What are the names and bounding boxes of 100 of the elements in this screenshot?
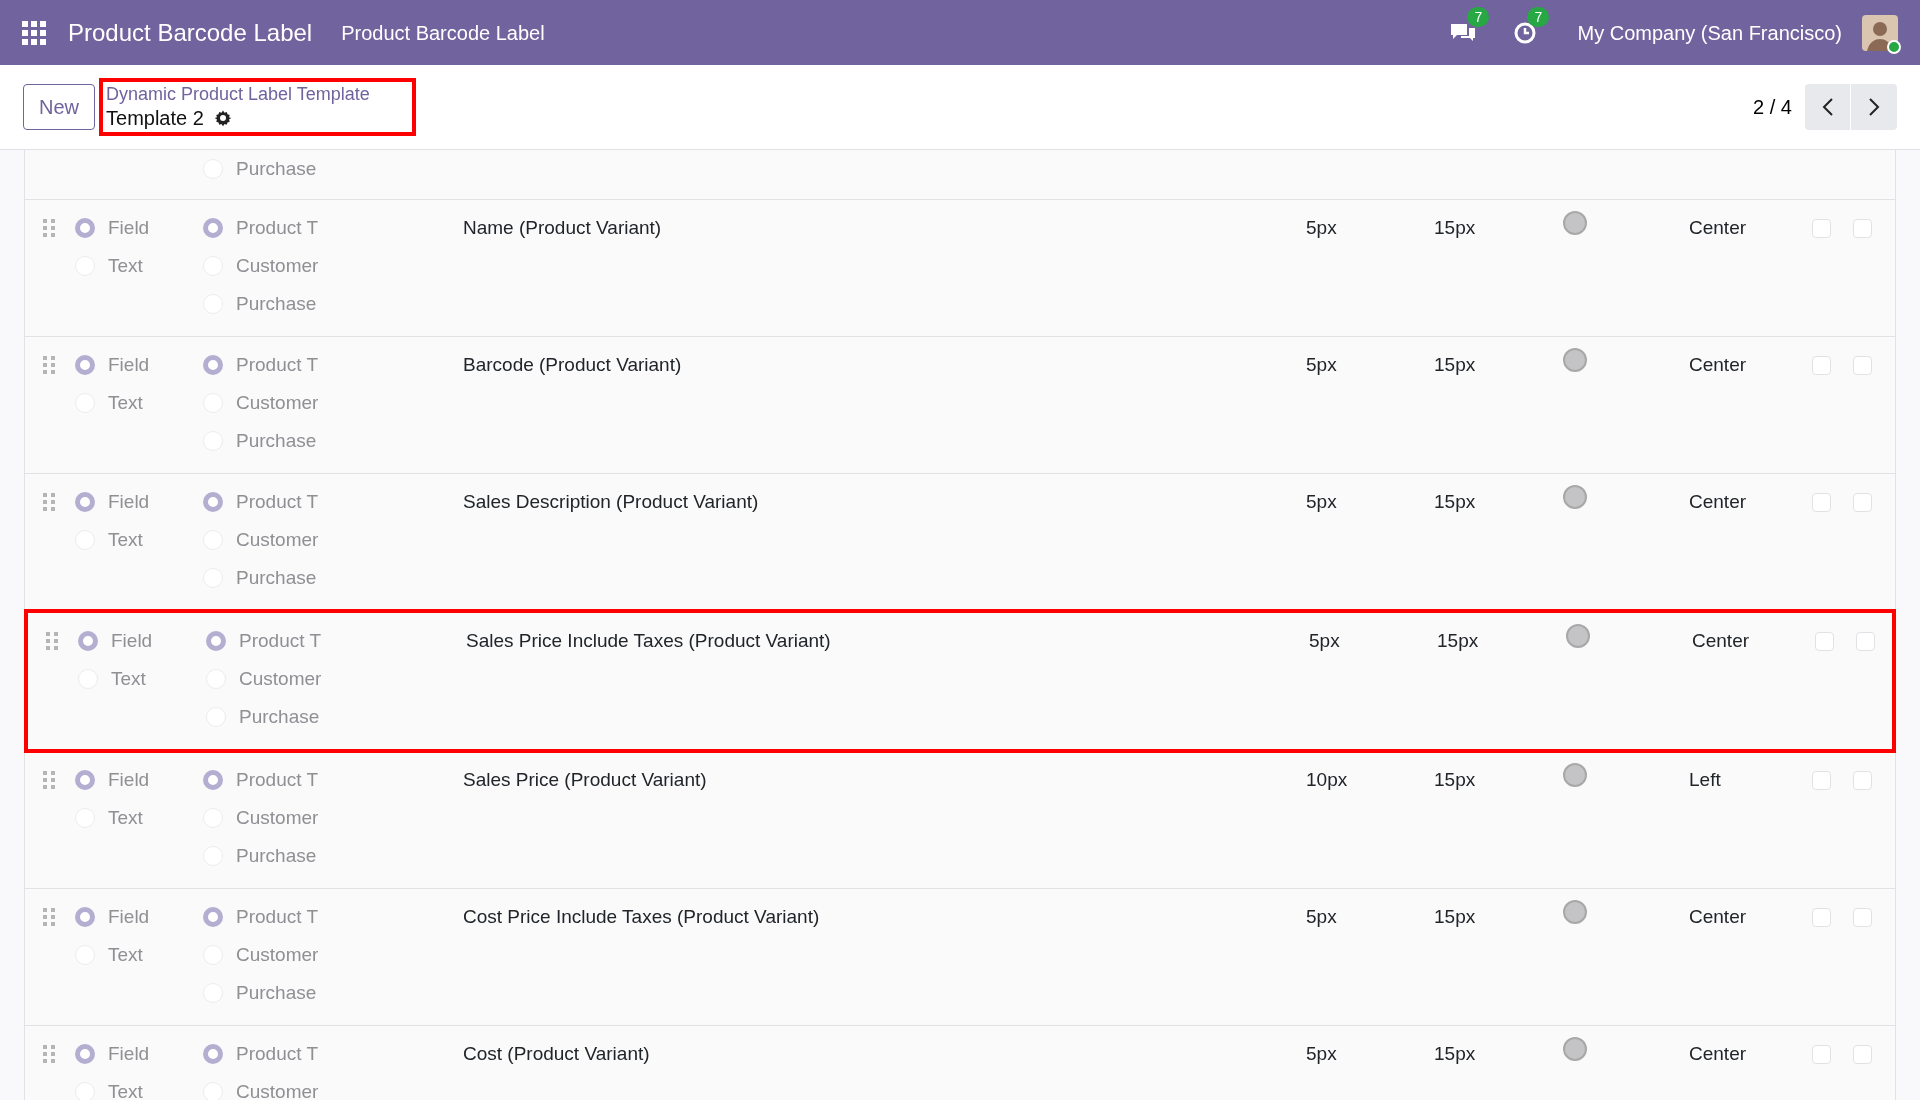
checkbox[interactable] bbox=[1812, 218, 1831, 238]
option-label: Field bbox=[108, 767, 150, 792]
radio-button[interactable] bbox=[78, 631, 98, 651]
apps-grid-icon[interactable] bbox=[22, 20, 46, 45]
alignment-value: Center bbox=[1689, 489, 1747, 514]
drag-handle-icon[interactable] bbox=[43, 1045, 55, 1063]
radio-button[interactable] bbox=[203, 355, 223, 375]
option-label: Purchase bbox=[236, 156, 317, 181]
checkbox[interactable] bbox=[1856, 631, 1875, 651]
option-label: Field bbox=[108, 215, 150, 240]
color-swatch[interactable] bbox=[1566, 624, 1590, 648]
option-label: Product T bbox=[239, 628, 322, 653]
margin-value: 5px bbox=[1306, 1041, 1337, 1066]
next-button[interactable] bbox=[1851, 84, 1897, 130]
checkbox[interactable] bbox=[1815, 631, 1834, 651]
field-name: Sales Price (Product Variant) bbox=[463, 767, 707, 792]
pager-value: 2 / 4 bbox=[1753, 95, 1792, 120]
user-avatar[interactable] bbox=[1862, 14, 1898, 51]
color-swatch[interactable] bbox=[1563, 763, 1587, 787]
option-label: Purchase bbox=[236, 980, 317, 1005]
checkbox[interactable] bbox=[1853, 907, 1872, 927]
radio-button[interactable] bbox=[203, 1044, 223, 1064]
new-button[interactable]: New bbox=[23, 84, 95, 130]
company-name[interactable]: My Company (San Francisco) bbox=[1577, 17, 1842, 48]
drag-handle-icon[interactable] bbox=[43, 493, 55, 511]
message-count-badge: 7 bbox=[1467, 6, 1490, 27]
radio-button[interactable] bbox=[206, 631, 226, 651]
checkbox[interactable] bbox=[1812, 770, 1831, 790]
size-value: 15px bbox=[1434, 215, 1476, 240]
radio-button[interactable] bbox=[75, 218, 95, 238]
option-label: Customer bbox=[236, 1079, 319, 1100]
checkbox[interactable] bbox=[1853, 492, 1872, 512]
checkbox[interactable] bbox=[1853, 1044, 1872, 1064]
activity-count-badge: 7 bbox=[1527, 6, 1550, 27]
size-value: 15px bbox=[1434, 1041, 1476, 1066]
option-label: Text bbox=[108, 942, 143, 967]
margin-value: 5px bbox=[1306, 489, 1337, 514]
field-name: Cost (Product Variant) bbox=[463, 1041, 650, 1066]
option-label: Customer bbox=[236, 390, 319, 415]
option-label: Customer bbox=[239, 666, 322, 691]
margin-value: 5px bbox=[1306, 352, 1337, 377]
size-value: 15px bbox=[1434, 767, 1476, 792]
chevron-left-icon bbox=[1821, 97, 1834, 117]
option-label: Product T bbox=[236, 1041, 319, 1066]
checkbox[interactable] bbox=[1812, 355, 1831, 375]
radio-button[interactable] bbox=[203, 492, 223, 512]
checkbox[interactable] bbox=[1853, 355, 1872, 375]
drag-handle-icon[interactable] bbox=[43, 356, 55, 374]
alignment-value: Center bbox=[1689, 904, 1747, 929]
radio-button[interactable] bbox=[75, 770, 95, 790]
size-value: 15px bbox=[1434, 904, 1476, 929]
field-name: Barcode (Product Variant) bbox=[463, 352, 682, 377]
checkbox[interactable] bbox=[1812, 907, 1831, 927]
option-label: Customer bbox=[236, 942, 319, 967]
menu-item[interactable]: Product Barcode Label bbox=[341, 17, 545, 48]
color-swatch[interactable] bbox=[1563, 211, 1587, 235]
option-label: Product T bbox=[236, 489, 319, 514]
option-label: Text bbox=[108, 805, 143, 830]
app-title[interactable]: Product Barcode Label bbox=[68, 14, 313, 51]
radio-button[interactable] bbox=[203, 907, 223, 927]
clock-icon[interactable] bbox=[1513, 20, 1538, 45]
option-label: Purchase bbox=[239, 704, 320, 729]
drag-handle-icon[interactable] bbox=[46, 632, 58, 650]
field-name: Name (Product Variant) bbox=[463, 215, 662, 240]
checkbox[interactable] bbox=[1812, 492, 1831, 512]
radio-button[interactable] bbox=[75, 492, 95, 512]
breadcrumb-link[interactable]: Dynamic Product Label Template bbox=[106, 83, 409, 105]
radio-button[interactable] bbox=[75, 1044, 95, 1064]
margin-value: 5px bbox=[1309, 628, 1340, 653]
field-name: Sales Price Include Taxes (Product Variant) bbox=[466, 628, 831, 653]
drag-handle-icon[interactable] bbox=[43, 908, 55, 926]
margin-value: 5px bbox=[1306, 904, 1337, 929]
color-swatch[interactable] bbox=[1563, 348, 1587, 372]
option-label: Customer bbox=[236, 805, 319, 830]
radio-button[interactable] bbox=[75, 907, 95, 927]
option-label: Customer bbox=[236, 253, 319, 278]
color-swatch[interactable] bbox=[1563, 900, 1587, 924]
drag-handle-icon[interactable] bbox=[43, 771, 55, 789]
radio-button[interactable] bbox=[203, 770, 223, 790]
checkbox[interactable] bbox=[1853, 770, 1872, 790]
option-label: Purchase bbox=[236, 843, 317, 868]
alignment-value: Center bbox=[1689, 1041, 1747, 1066]
size-value: 15px bbox=[1434, 352, 1476, 377]
checkbox[interactable] bbox=[1853, 218, 1872, 238]
option-label: Product T bbox=[236, 767, 319, 792]
gear-icon[interactable] bbox=[213, 109, 232, 127]
color-swatch[interactable] bbox=[1563, 1037, 1587, 1061]
checkbox[interactable] bbox=[1812, 1044, 1831, 1064]
size-value: 15px bbox=[1437, 628, 1479, 653]
radio-button[interactable] bbox=[203, 218, 223, 238]
record-name: Template 2 bbox=[106, 106, 204, 131]
option-label: Product T bbox=[236, 904, 319, 929]
radio-button[interactable] bbox=[75, 355, 95, 375]
drag-handle-icon[interactable] bbox=[43, 219, 55, 237]
margin-value: 10px bbox=[1306, 767, 1348, 792]
option-label: Product T bbox=[236, 352, 319, 377]
previous-button[interactable] bbox=[1805, 84, 1851, 130]
option-label: Field bbox=[108, 904, 150, 929]
color-swatch[interactable] bbox=[1563, 485, 1587, 509]
chevron-right-icon bbox=[1868, 97, 1880, 117]
